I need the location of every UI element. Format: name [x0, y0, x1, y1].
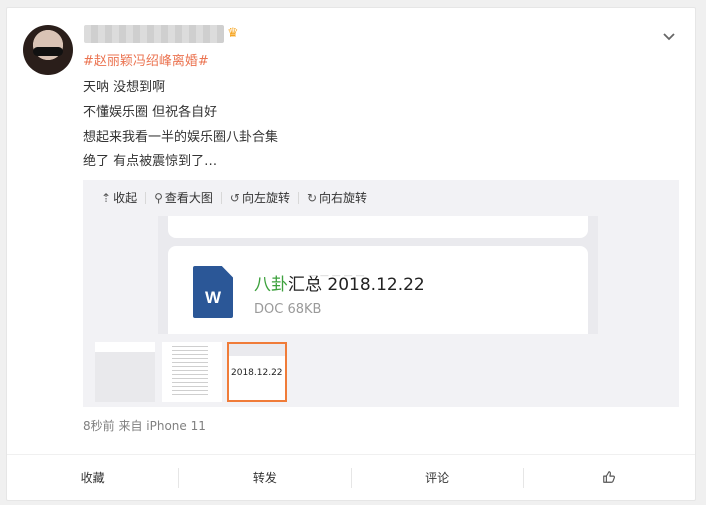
thumbnail-3-text: 2018.12.22	[231, 368, 283, 378]
post-text-line: 不懂娱乐圈 但祝各自好	[83, 105, 218, 120]
post-timestamp: 8秒前 来自 iPhone 11	[83, 419, 206, 433]
repost-button[interactable]: 转发	[179, 468, 352, 488]
weibo-post-card: ♛ #赵丽颖冯绍峰离婚# 天呐 没想到啊 不懂娱乐圈 但祝各自好 想起来我看一半…	[6, 7, 696, 501]
watermark: — — — — —	[308, 271, 365, 281]
post-text-line: 想起来我看一半的娱乐圈八卦合集	[83, 130, 279, 145]
collapse-icon: ⇡	[101, 191, 112, 205]
post-text-line: 天呐 没想到啊	[83, 80, 166, 95]
rotate-right-button[interactable]: ↻ 向右旋转	[307, 192, 375, 204]
rotate-right-label: 向右旋转	[319, 191, 368, 205]
collapse-label: 收起	[113, 191, 138, 205]
favorite-button[interactable]: 收藏	[7, 468, 180, 488]
image-preview[interactable]: W 八卦汇总 2018.12.22 DOC 68KB — — — — —	[158, 216, 598, 334]
avatar[interactable]	[23, 25, 73, 75]
rotate-left-button[interactable]: ↺ 向左旋转	[230, 192, 299, 204]
username-blurred[interactable]	[84, 25, 224, 43]
chevron-down-icon[interactable]	[661, 28, 677, 44]
hashtag-link[interactable]: #赵丽颖冯绍峰离婚#	[83, 53, 209, 70]
view-large-button[interactable]: ⚲ 查看大图	[154, 192, 222, 204]
thumbnail-2[interactable]	[162, 342, 222, 402]
crown-icon: ♛	[227, 26, 239, 41]
rotate-right-icon: ↻	[306, 191, 318, 205]
image-toolbar: ⇡ 收起 ⚲ 查看大图 ↺ 向左旋转 ↻ 向右旋转	[83, 180, 679, 216]
doc-title-green: 八卦	[254, 275, 288, 295]
doc-card-fragment	[168, 216, 588, 238]
comment-button[interactable]: 评论	[352, 468, 524, 488]
thumbnail-3-selected[interactable]: 2018.12.22	[227, 342, 287, 402]
thumbs-up-icon	[603, 471, 616, 483]
word-doc-icon: W	[193, 266, 233, 318]
view-large-label: 查看大图	[164, 191, 213, 205]
action-bar: 收藏 转发 评论	[7, 454, 695, 501]
avatar-sunglasses	[33, 47, 63, 56]
post-text-line: 绝了 有点被震惊到了…	[83, 154, 218, 169]
rotate-left-icon: ↺	[229, 191, 240, 205]
zoom-icon: ⚲	[154, 191, 163, 205]
like-button[interactable]	[524, 468, 695, 488]
media-viewer: ⇡ 收起 ⚲ 查看大图 ↺ 向左旋转 ↻ 向右旋转 W 八卦汇总 2018.12…	[83, 180, 679, 407]
rotate-left-label: 向左旋转	[241, 191, 290, 205]
collapse-button[interactable]: ⇡ 收起	[101, 191, 147, 205]
thumbnail-1[interactable]	[95, 342, 155, 402]
doc-meta: DOC 68KB	[254, 302, 322, 317]
